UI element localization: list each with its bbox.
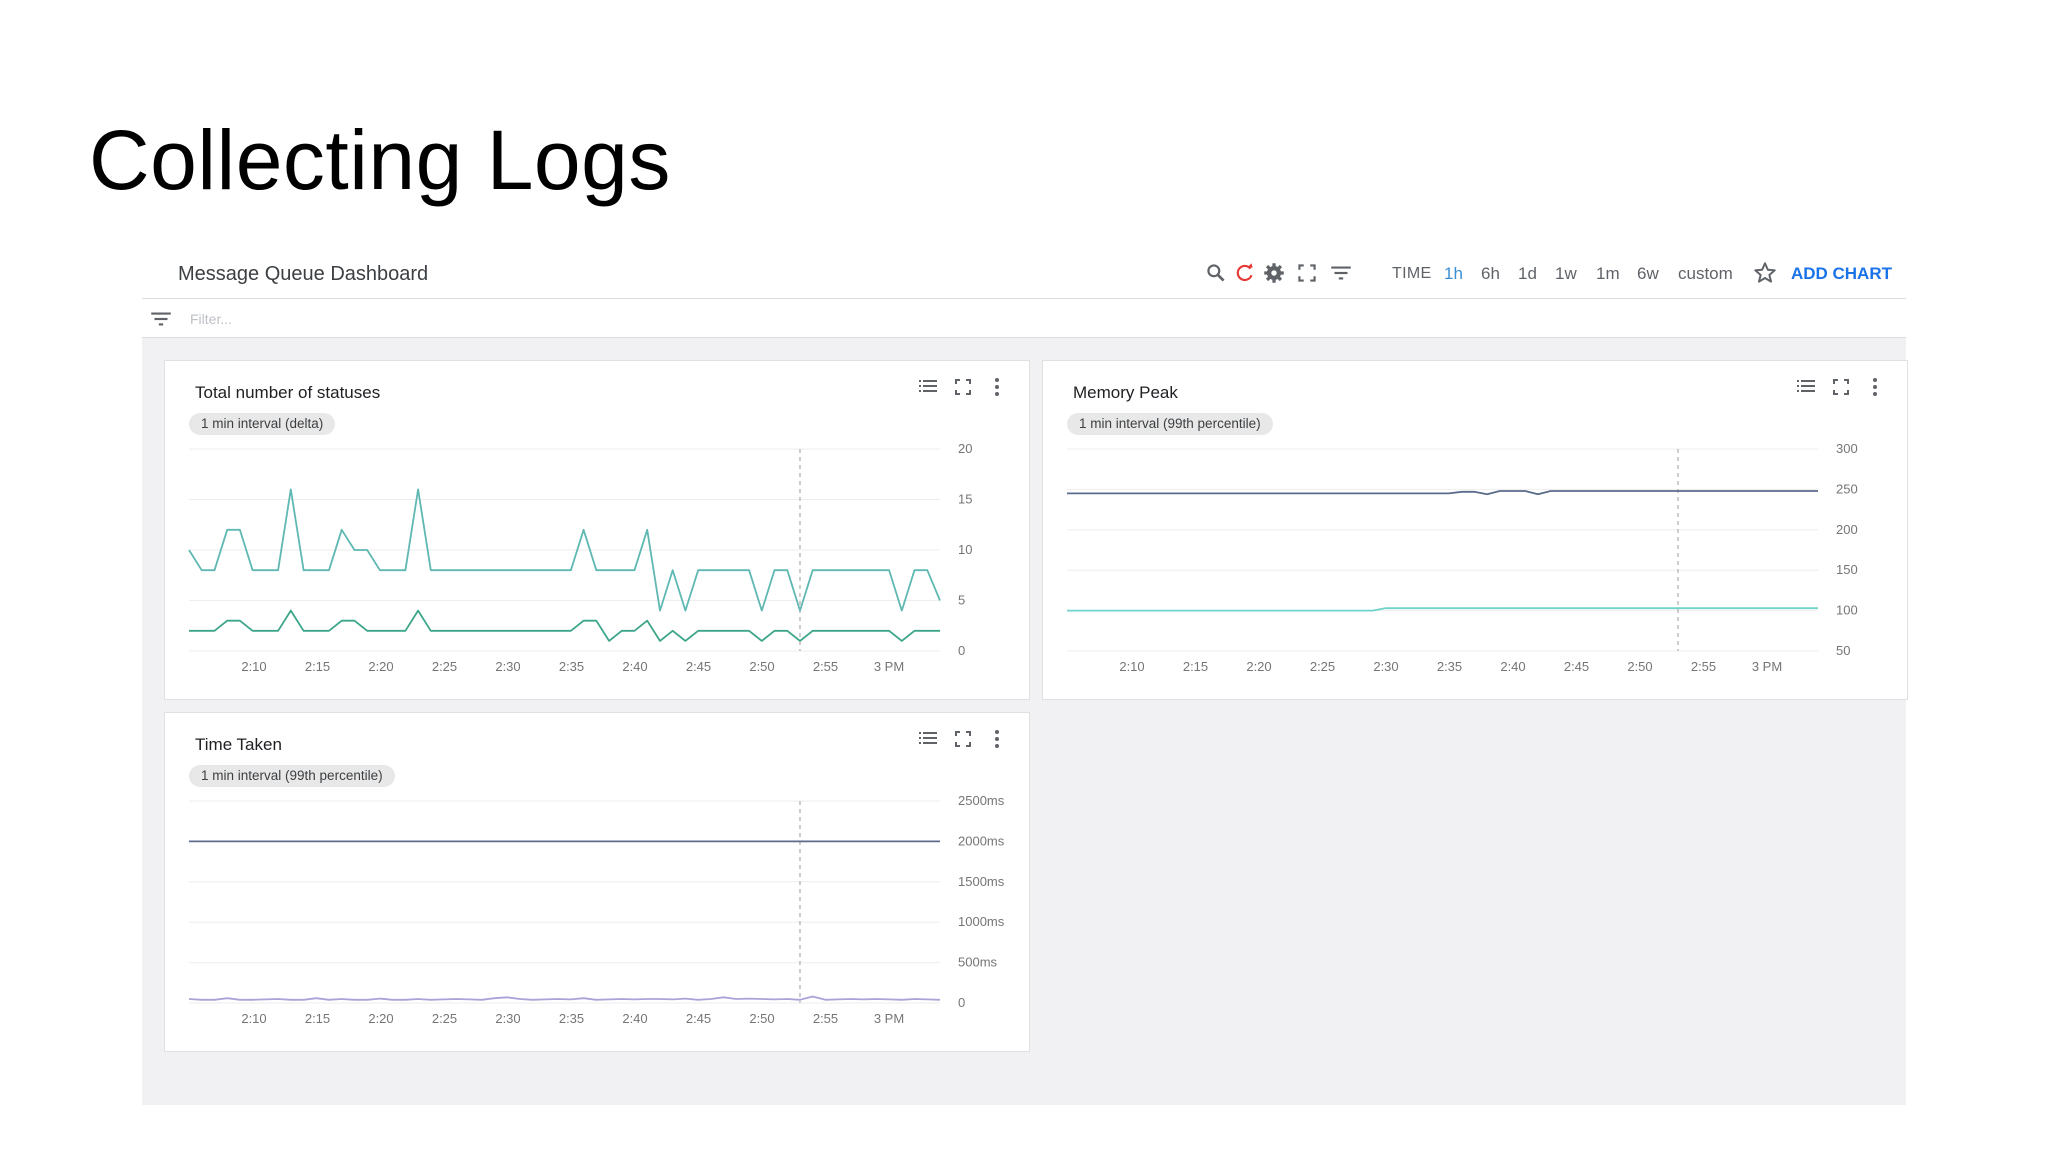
x-tick-label: 2:55	[813, 659, 838, 674]
x-tick-label: 2:10	[241, 659, 266, 674]
x-tick-label: 3 PM	[874, 1011, 904, 1026]
x-tick-label: 2:15	[305, 1011, 330, 1026]
x-tick-label: 2:45	[686, 1011, 711, 1026]
y-tick-label: 15	[958, 492, 972, 507]
series-line	[189, 609, 940, 642]
filter-icon[interactable]	[1328, 260, 1354, 286]
y-tick-label: 300	[1836, 441, 1858, 456]
star-icon[interactable]	[1752, 260, 1778, 286]
y-tick-label: 1500ms	[958, 874, 1005, 889]
y-tick-label: 200	[1836, 522, 1858, 537]
x-tick-label: 2:45	[686, 659, 711, 674]
fullscreen-icon[interactable]	[1294, 260, 1320, 286]
x-tick-label: 2:30	[495, 659, 520, 674]
x-tick-label: 2:50	[749, 1011, 774, 1026]
time-label: TIME	[1392, 265, 1432, 282]
y-tick-label: 1000ms	[958, 914, 1005, 929]
y-tick-label: 0	[958, 995, 965, 1010]
range-1h[interactable]: 1h	[1444, 264, 1463, 284]
x-tick-label: 2:35	[559, 659, 584, 674]
dashboard: Message Queue Dashboard TIME 1h 6h 1d 1w…	[142, 250, 1908, 1105]
x-tick-label: 2:30	[1373, 659, 1398, 674]
slide-title: Collecting Logs	[89, 113, 671, 207]
y-tick-label: 20	[958, 441, 972, 456]
x-tick-label: 2:55	[813, 1011, 838, 1026]
chart-card-memory: Memory Peak 1 min interval (99th percent…	[1042, 360, 1908, 700]
x-tick-label: 2:15	[305, 659, 330, 674]
search-icon[interactable]	[1203, 260, 1229, 286]
x-tick-label: 2:50	[1627, 659, 1652, 674]
range-6w[interactable]: 6w	[1637, 264, 1659, 284]
y-tick-label: 150	[1836, 562, 1858, 577]
y-tick-label: 0	[958, 643, 965, 658]
x-tick-label: 2:20	[368, 1011, 393, 1026]
filter-list-icon[interactable]	[148, 306, 174, 332]
chart-plot: 0 500ms 1000ms 1500ms 2000ms 2500ms 2:10 2:15 2:…	[188, 793, 1005, 1026]
chart-card-time-taken: Time Taken 1 min interval (99th percenti…	[164, 712, 1030, 1052]
y-tick-label: 100	[1836, 603, 1858, 618]
y-tick-label: 2000ms	[958, 833, 1005, 848]
x-tick-label: 2:15	[1183, 659, 1208, 674]
refresh-icon[interactable]	[1232, 260, 1258, 286]
range-6h[interactable]: 6h	[1481, 264, 1500, 284]
chart-plot: 0 5 10 15 20 2:10 2:15 2:20 2:25 2:30 2:35 2:40 2:45…	[188, 441, 972, 674]
filter-bar	[142, 299, 1906, 338]
x-tick-label: 2:55	[1691, 659, 1716, 674]
gear-icon[interactable]	[1261, 260, 1287, 286]
x-tick-label: 2:10	[241, 1011, 266, 1026]
x-tick-label: 2:25	[432, 659, 457, 674]
x-tick-label: 2:45	[1564, 659, 1589, 674]
x-tick-label: 2:40	[622, 659, 647, 674]
x-tick-label: 2:25	[1310, 659, 1335, 674]
x-tick-label: 2:10	[1119, 659, 1144, 674]
y-tick-label: 500ms	[958, 955, 998, 970]
series-line	[188, 995, 941, 1001]
series-line	[1067, 490, 1818, 496]
x-tick-label: 2:50	[749, 659, 774, 674]
x-tick-label: 2:35	[1437, 659, 1462, 674]
x-tick-label: 3 PM	[1752, 659, 1782, 674]
x-tick-label: 2:40	[622, 1011, 647, 1026]
x-tick-label: 2:25	[432, 1011, 457, 1026]
chart-card-statuses: Total number of statuses 1 min interval …	[164, 360, 1030, 700]
y-tick-label: 50	[1836, 643, 1850, 658]
x-tick-label: 2:35	[559, 1011, 584, 1026]
range-1w[interactable]: 1w	[1555, 264, 1577, 284]
x-tick-label: 2:40	[1500, 659, 1525, 674]
x-tick-label: 2:30	[495, 1011, 520, 1026]
range-1m[interactable]: 1m	[1596, 264, 1620, 284]
y-tick-label: 10	[958, 542, 972, 557]
y-tick-label: 250	[1836, 481, 1858, 496]
add-chart-button[interactable]: ADD CHART	[1791, 264, 1892, 284]
y-tick-label: 5	[958, 593, 965, 608]
x-tick-label: 3 PM	[874, 659, 904, 674]
filter-input[interactable]	[188, 307, 792, 331]
range-custom[interactable]: custom	[1678, 264, 1733, 284]
x-tick-label: 2:20	[1246, 659, 1271, 674]
dashboard-header: Message Queue Dashboard TIME 1h 6h 1d 1w…	[142, 250, 1906, 299]
x-tick-label: 2:20	[368, 659, 393, 674]
range-1d[interactable]: 1d	[1518, 264, 1537, 284]
chart-plot: 50 100 150 200 250 300 2:10 2:15 2:20 2:25 2:30 2:3…	[1067, 441, 1858, 674]
y-tick-label: 2500ms	[958, 793, 1005, 808]
dashboard-title: Message Queue Dashboard	[178, 263, 429, 285]
